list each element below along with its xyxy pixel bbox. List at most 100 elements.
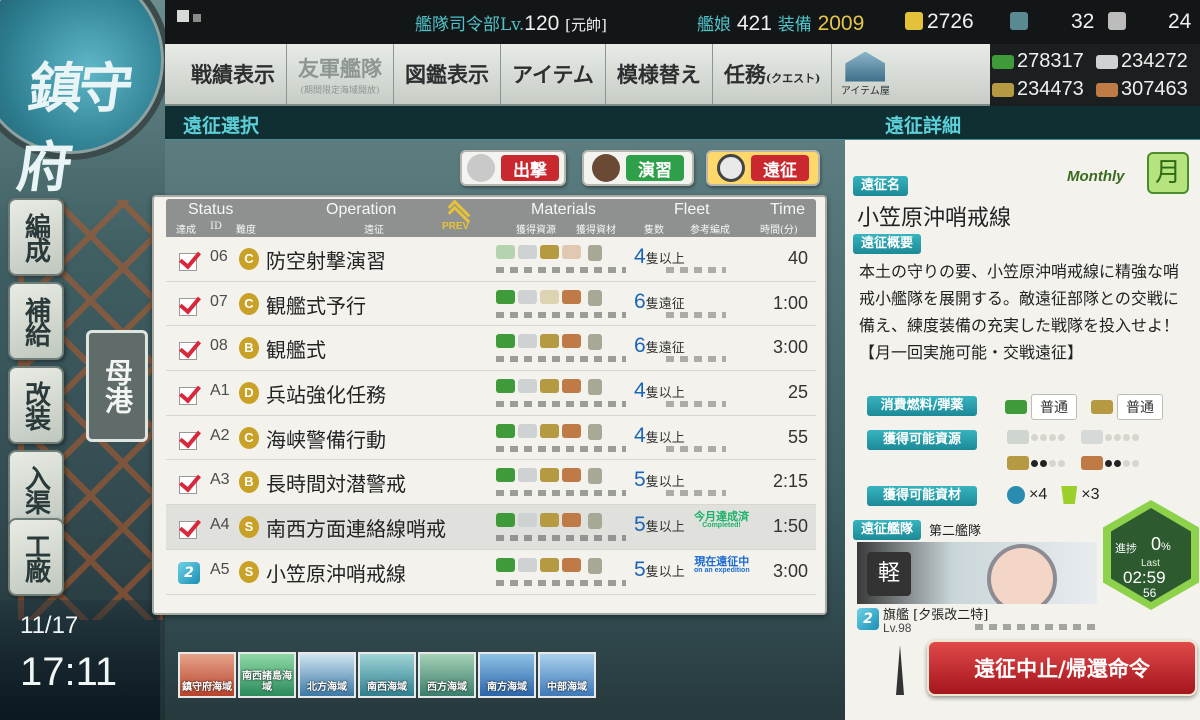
fleet-size: 6隻遠征 [634,289,685,313]
expedition-list-panel: Status 達成 ID 難度 Operation 遠征 Materials 獲… [152,195,827,615]
fleet-silhouettes [496,267,626,273]
expedition-name: 防空射撃演習 [266,249,386,273]
practice-tab[interactable]: 演習 [582,150,694,186]
nav-furniture[interactable]: 模様替え [606,44,713,104]
area-tab-2[interactable]: 南西諸島海域 [238,652,296,698]
expedition-row[interactable]: A1 D 兵站強化任務 4隻以上 25 [166,371,816,416]
resource-icon [562,513,581,528]
menu-repair-button[interactable]: 入渠 [8,450,64,528]
nav-friend-fleet[interactable]: 友軍艦隊 (期間限定海域開放) [287,44,394,104]
area-tab-5[interactable]: 西方海域 [418,652,476,698]
completed-check-icon [176,516,198,540]
reward-resources-row2 [1007,456,1139,470]
resource-icon [518,468,537,483]
resource-icon [496,334,515,349]
expedition-row[interactable]: 06 C 防空射撃演習 4隻以上 40 [166,237,816,282]
reward-items: ×4 ×3 [1007,486,1100,504]
material-icon [588,334,602,351]
area-tab-3[interactable]: 北方海域 [298,652,356,698]
difficulty-badge: S [239,516,259,539]
reward-resources-row1 [1007,430,1139,444]
fuel-reward [1007,430,1065,444]
area-tab-4[interactable]: 南西海域 [358,652,416,698]
resource-icon [562,245,581,259]
expedition-row[interactable]: 2 A5 S 小笠原沖哨戒線 5隻以上 現在遠征中 on an expedition 3:00 [166,550,816,595]
devmat-icon [1010,12,1028,30]
area-tab-6[interactable]: 南方海域 [478,652,536,698]
sea-area-tabs: 鎮守府海域 南西諸島海域 北方海域 南西海域 西方海域 南方海域 中部海域 [178,652,596,698]
resource-icon [562,289,581,304]
resource-icon [496,245,515,259]
expedition-tab[interactable]: 遠征 [706,150,820,186]
emblem-text: 鎮守府 [13,56,134,199]
devmat-count [1010,10,1032,34]
materials-icons [496,468,602,485]
nav-items[interactable]: アイテム [501,44,606,104]
expedition-row[interactable]: 07 C 観艦式予行 6隻遠征 1:00 [166,282,816,327]
expedition-name: 海峡警備行動 [266,427,386,452]
resource-icon [562,334,581,349]
resource-icon [540,379,559,394]
item-shop-button[interactable]: アイテム屋 [832,44,898,104]
menu-remodel-button[interactable]: 改装 [8,366,64,444]
difficulty-badge: B [239,337,259,360]
materials-icons [496,289,602,306]
expedition-status-note: 今月達成済 Completed! [694,510,749,530]
expedition-id: A5 [210,560,230,578]
table-header: Status 達成 ID 難度 Operation 遠征 Materials 獲… [166,199,816,237]
reference-fleet [666,311,726,318]
expedition-time: 25 [787,382,808,403]
expedition-time: 40 [787,248,808,268]
material-icon [588,379,602,396]
expedition-name: 観艦式予行 [266,293,366,318]
sortie-tab[interactable]: 出撃 [460,150,566,186]
menu-factory-button[interactable]: 工廠 [8,518,64,596]
port-emblem[interactable]: 鎮守府 [0,0,170,199]
bucket-icon [905,12,923,30]
expedition-status-note: 現在遠征中 on an expedition [694,554,750,574]
menu-supply-button[interactable]: 補給 [8,282,64,360]
resource-icon [562,468,581,483]
fleet-size: 5隻以上 [634,557,685,581]
expedition-row[interactable]: A2 C 海峡警備行動 4隻以上 55 [166,416,816,461]
fleet-size: 6隻遠征 [634,334,685,358]
materials-icons [496,557,602,574]
flagship-banner[interactable]: 軽 [857,542,1097,604]
fleet-size: 4隻以上 [634,379,685,403]
expedition-row[interactable]: A3 B 長時間対潜警戒 5隻以上 2:15 [166,460,816,506]
area-tab-7[interactable]: 中部海域 [538,652,596,698]
steel-resource: 234272 [1096,50,1188,73]
expedition-name-label: 遠征名 [853,176,909,196]
cost-values: 普通 普通 [1005,394,1163,420]
resource-icon [540,468,559,483]
recall-expedition-button[interactable]: 遠征中止/帰還命令 [927,640,1197,696]
nav-quests[interactable]: 任務(クエスト) [713,44,833,104]
resource-icon [540,289,559,304]
clock-date: 11/17 [20,612,79,639]
menu-organize-button[interactable]: 編成 [8,198,64,276]
fleet-silhouettes [496,579,626,586]
expedition-row[interactable]: A4 S 南西方面連絡線哨戒 5隻以上 今月達成済 Completed! 1:50 [166,505,816,550]
ammo-icon [1007,456,1029,470]
expedition-name: 兵站強化任務 [266,383,386,408]
fleet-silhouettes [975,624,1095,630]
resource-icon [518,245,537,259]
material-icon [588,289,602,306]
progress-indicator: 進捗 0% Last 02:59 56 [1103,500,1199,610]
hq-level: 艦隊司令部Lv.120 [元帥] [415,12,607,35]
materials-icons [496,423,602,440]
flagship-level: Lv.98 [883,621,912,635]
expedition-name: 小笠原沖哨戒線 [266,561,406,586]
area-tab-1[interactable]: 鎮守府海域 [178,652,236,698]
expedition-row[interactable]: 08 B 観艦式 6隻遠征 3:00 [166,326,816,372]
plane-icon [467,154,495,182]
ammo-icon [1091,400,1113,414]
prev-page-button[interactable]: PREV [442,199,476,235]
nav-record[interactable]: 戦績表示 [165,44,287,104]
home-port-button[interactable]: 母港 [86,330,148,442]
material-icon [588,423,602,440]
fleet-size: 5隻以上 [634,468,685,492]
nav-encyclopedia[interactable]: 図鑑表示 [394,44,501,104]
resource-icon [562,379,581,394]
resource-icon [540,557,559,572]
